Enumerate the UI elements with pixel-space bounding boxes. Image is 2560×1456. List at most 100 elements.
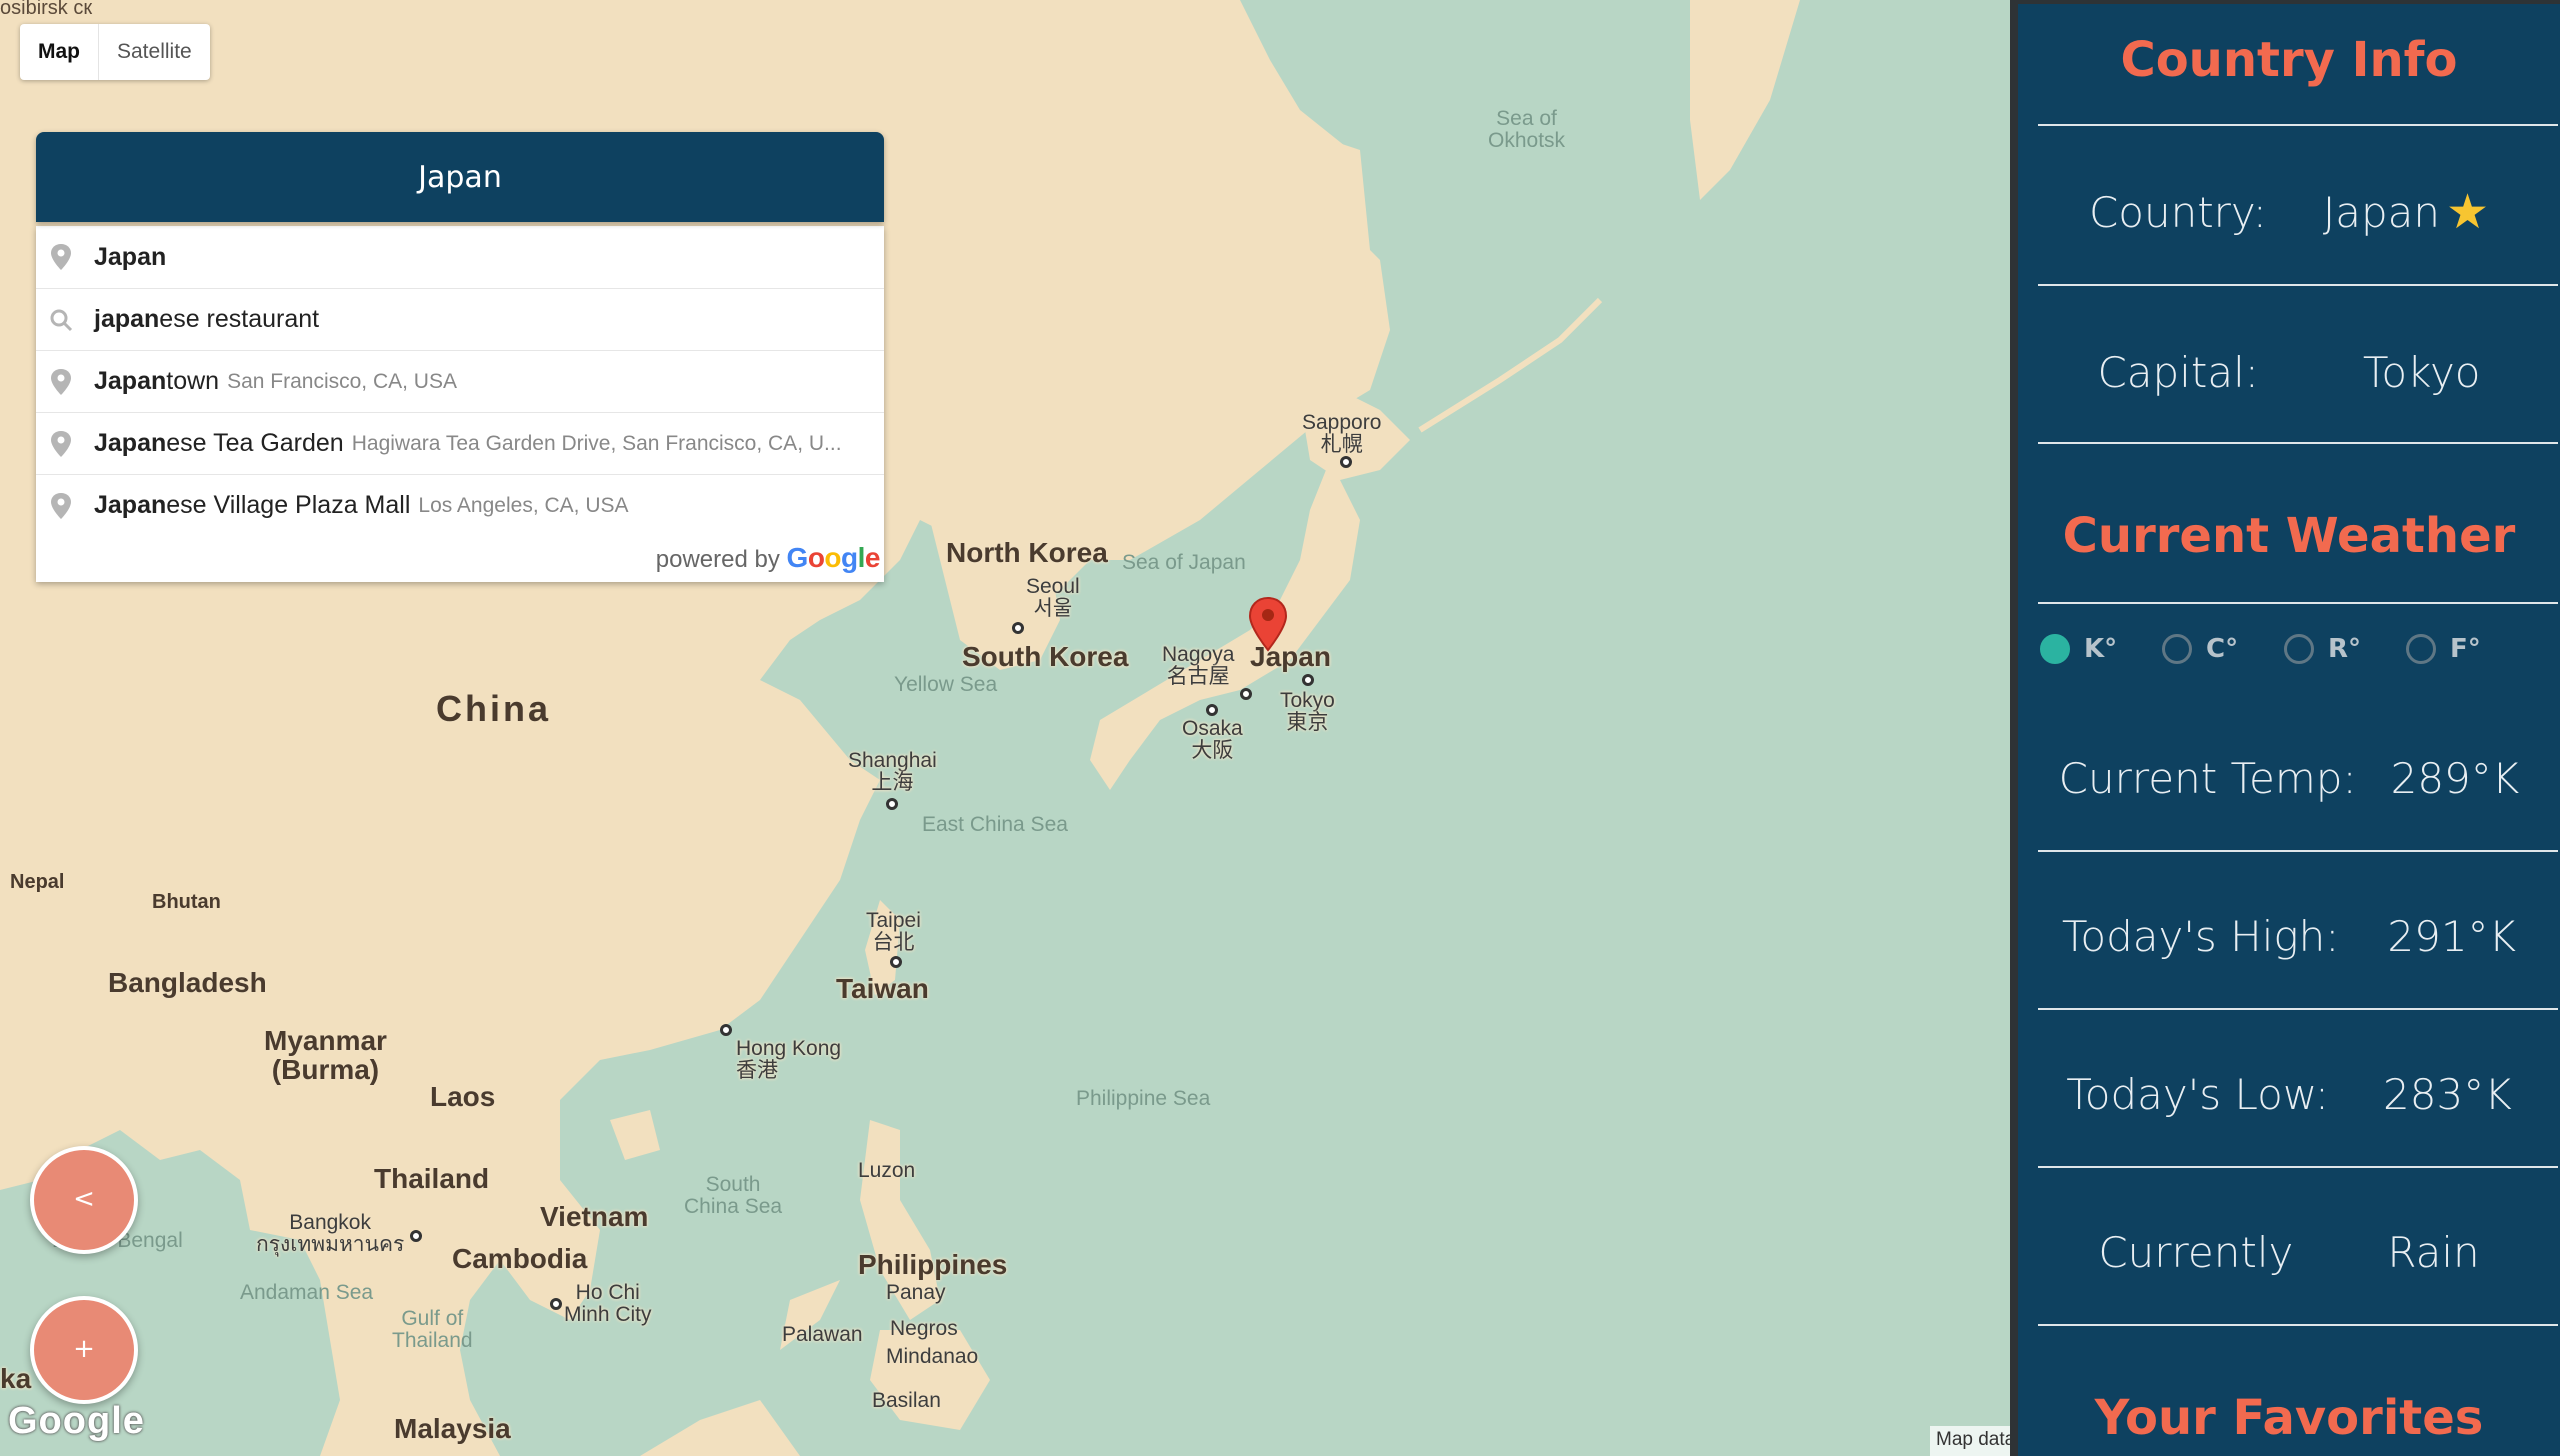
- map-label-north-korea: North Korea: [946, 537, 1108, 568]
- divider-line: [2038, 284, 2558, 286]
- pin-icon: [51, 368, 71, 395]
- map-label-hong-kong: Hong Kong 香港: [736, 1037, 842, 1083]
- suggestion-main: Japan: [94, 242, 167, 271]
- divider-line: [2038, 850, 2558, 852]
- suggestion-main: japanese restaurant: [94, 305, 320, 333]
- todays-low-row: Today's Low: 283°K: [2018, 1070, 2560, 1119]
- map-label-malaysia: Malaysia: [394, 1413, 511, 1444]
- divider-line: [2038, 1008, 2558, 1010]
- currently-value: Rain: [2387, 1228, 2480, 1277]
- your-favorites-title: Your Favorites: [2094, 1390, 2484, 1446]
- back-button[interactable]: <: [30, 1146, 138, 1254]
- capital-row: Capital: Tokyo: [2018, 348, 2560, 397]
- country-label: Country:: [2088, 187, 2267, 237]
- divider-line: [2038, 442, 2558, 444]
- todays-high-row: Today's High: 291°K: [2018, 912, 2560, 961]
- todays-low-label: Today's Low:: [2066, 1070, 2330, 1119]
- autocomplete-list: Japan japanese restaurant Japantown San …: [36, 226, 884, 582]
- country-row: Country: Japan ★: [2018, 184, 2560, 240]
- map-label-bangkok: Bangkok กรุงเทพมหานคร: [256, 1211, 405, 1257]
- map-label-bangladesh: Bangladesh: [108, 967, 267, 998]
- map-label-thailand: Thailand: [374, 1163, 490, 1194]
- currently-label: Currently: [2098, 1228, 2294, 1277]
- suggestion-item[interactable]: Japantown San Francisco, CA, USA: [36, 350, 884, 412]
- unit-radio-fahrenheit[interactable]: [2406, 634, 2436, 664]
- suggestion-item[interactable]: Japanese Tea Garden Hagiwara Tea Garden …: [36, 412, 884, 474]
- map-canvas[interactable]: osibirsk ск Sea of Okhotsk Sapporo 札幌 No…: [0, 0, 2018, 1456]
- map-label-mindanao: Mindanao: [886, 1345, 979, 1368]
- map-type-control: Map Satellite: [20, 24, 210, 80]
- unit-label-rankine: R°: [2328, 634, 2362, 664]
- map-type-satellite-button[interactable]: Satellite: [99, 24, 210, 80]
- divider-line: [2038, 602, 2558, 604]
- map-label-sea-of-okhotsk: Sea of Okhotsk: [1488, 107, 1566, 153]
- map-label-andaman-sea: Andaman Sea: [240, 1281, 374, 1304]
- divider-line: [2038, 124, 2558, 126]
- map-label-shanghai: Shanghai 上海: [848, 749, 937, 795]
- map-label-south-korea: South Korea: [962, 641, 1129, 672]
- map-label-sri-lanka-fragment: ka: [0, 1363, 32, 1394]
- map-label-novosibirsk-fragment: osibirsk ск: [0, 0, 93, 19]
- suggestion-secondary: Hagiwara Tea Garden Drive, San Francisco…: [351, 431, 842, 455]
- map-label-east-china-sea: East China Sea: [922, 813, 1068, 836]
- map-city-dot-sapporo: [1340, 456, 1352, 468]
- map-label-seoul: Seoul 서울: [1026, 575, 1080, 621]
- map-data-attribution[interactable]: Map data: [1930, 1426, 2018, 1456]
- map-label-sea-of-japan: Sea of Japan: [1122, 551, 1246, 574]
- divider-line: [2038, 1324, 2558, 1326]
- current-weather-title: Current Weather: [2062, 508, 2516, 564]
- map-label-laos: Laos: [430, 1081, 496, 1112]
- map-type-map-button[interactable]: Map: [20, 24, 99, 80]
- pin-icon: [51, 244, 71, 270]
- map-city-dot-bangkok: [410, 1230, 422, 1242]
- unit-radio-celsius[interactable]: [2162, 634, 2192, 664]
- add-favorite-button[interactable]: +: [30, 1296, 138, 1404]
- map-label-ho-chi-minh: Ho Chi Minh City: [564, 1281, 652, 1327]
- unit-selector: K° C° R° F°: [2040, 634, 2560, 664]
- map-city-dot-tokyo: [1302, 674, 1314, 686]
- suggestion-secondary: San Francisco, CA, USA: [227, 369, 457, 393]
- current-temp-value: 289°K: [2390, 754, 2520, 803]
- map-city-dot-hong-kong: [720, 1024, 732, 1036]
- capital-label: Capital:: [2097, 348, 2259, 397]
- map-label-philippine-sea: Philippine Sea: [1076, 1087, 1211, 1110]
- map-city-dot-osaka: [1206, 704, 1218, 716]
- favorite-star-icon[interactable]: ★: [2446, 184, 2489, 240]
- map-label-palawan: Palawan: [782, 1323, 863, 1346]
- map-city-dot-ho-chi-minh: [550, 1298, 562, 1310]
- map-label-basilan: Basilan: [872, 1389, 941, 1412]
- map-label-cambodia: Cambodia: [452, 1243, 588, 1274]
- map-city-dot-shanghai: [886, 798, 898, 810]
- map-label-taiwan: Taiwan: [836, 973, 929, 1004]
- unit-label-celsius: C°: [2206, 634, 2239, 664]
- powered-by-google: powered by Google: [36, 536, 884, 582]
- suggestion-main: Japanese Village Plaza Mall: [94, 491, 411, 519]
- suggestion-item[interactable]: Japanese Village Plaza Mall Los Angeles,…: [36, 474, 884, 536]
- map-label-philippines: Philippines: [858, 1249, 1008, 1280]
- suggestion-item[interactable]: Japan: [36, 226, 884, 288]
- map-label-gulf-of-thailand: Gulf of Thailand: [392, 1307, 473, 1353]
- map-label-south-china-sea: South China Sea: [684, 1173, 783, 1219]
- search-input[interactable]: [36, 132, 884, 222]
- map-label-vietnam: Vietnam: [540, 1201, 649, 1232]
- panel-divider: [2010, 0, 2018, 1456]
- currently-row: Currently Rain: [2018, 1228, 2560, 1277]
- map-city-dot-seoul: [1012, 622, 1024, 634]
- map-label-osaka: Osaka 大阪: [1182, 717, 1243, 763]
- suggestion-main: Japanese Tea Garden: [94, 429, 344, 457]
- info-sidebar: Country Info Country: Japan ★ Capital: T…: [2018, 0, 2560, 1456]
- todays-low-value: 283°K: [2383, 1070, 2512, 1119]
- suggestion-secondary: Los Angeles, CA, USA: [418, 493, 629, 517]
- suggestion-item[interactable]: japanese restaurant: [36, 288, 884, 350]
- unit-radio-rankine[interactable]: [2284, 634, 2314, 664]
- map-label-taipei: Taipei 台北: [866, 909, 921, 955]
- map-pin-icon[interactable]: [1248, 596, 1288, 652]
- google-logo: Google: [8, 1400, 145, 1442]
- google-wordmark: Google: [786, 542, 881, 573]
- map-city-dot-nagoya: [1240, 688, 1252, 700]
- map-label-china: China: [436, 688, 552, 729]
- unit-radio-kelvin[interactable]: [2040, 634, 2070, 664]
- map-label-bhutan: Bhutan: [152, 891, 221, 913]
- unit-label-fahrenheit: F°: [2450, 634, 2481, 664]
- map-city-dot-taipei: [890, 956, 902, 968]
